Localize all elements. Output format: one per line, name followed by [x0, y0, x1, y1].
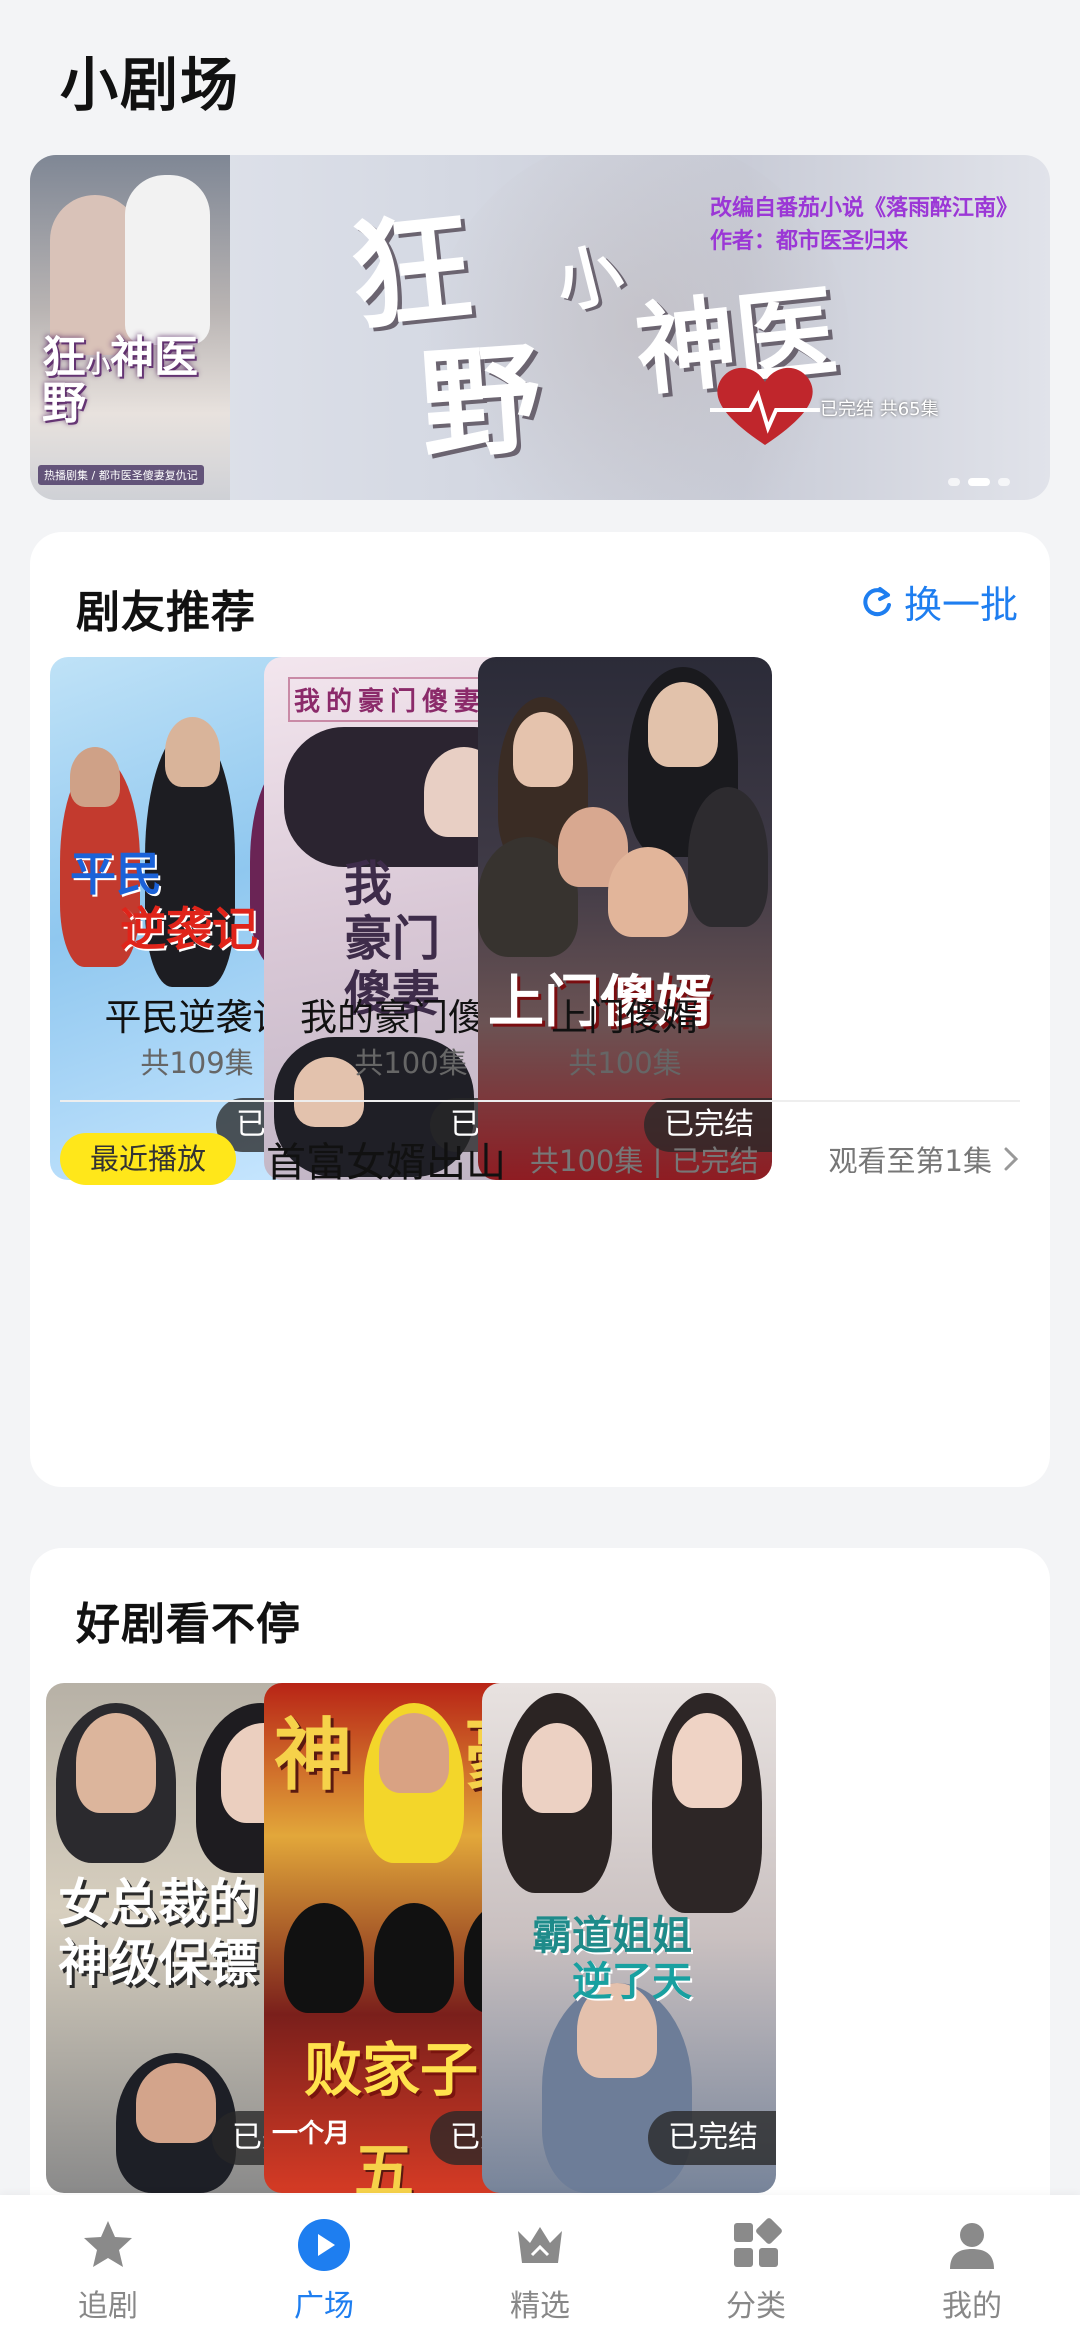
nav-item-plaza[interactable]: 广场: [216, 2217, 432, 2325]
hero-banner[interactable]: 狂小神医野 热播剧集 / 都市医圣傻妻复仇记 狂 野 小 神医 改编自番茄小说《…: [30, 155, 1050, 500]
chevron-right-icon: [1004, 1147, 1019, 1171]
recent-progress-label: 观看至第1集: [828, 1144, 992, 1178]
bottom-navigation: 追剧 广场 精选 分类 我的: [0, 2195, 1080, 2340]
page-title: 小剧场: [60, 51, 241, 119]
status-badge: 已完结: [648, 2111, 776, 2165]
user-icon: [950, 2223, 994, 2269]
nav-label: 精选: [510, 2289, 570, 2324]
recent-play-meta: 共100集 | 已完结: [530, 1144, 759, 1178]
banner-credit-source: 改编自番茄小说《落雨醉江南》: [710, 196, 1019, 221]
nav-label: 广场: [294, 2289, 354, 2324]
pagination-dot: [998, 478, 1010, 486]
banner-status: 已完结 共65集: [820, 399, 939, 420]
recent-play-row[interactable]: 最近播放 首富女婿出山 共100集 | 已完结 观看至第1集: [60, 1124, 1020, 1194]
section-title: 好剧看不停: [76, 1599, 301, 1650]
show-episodes: 共100集: [568, 1046, 682, 1080]
refresh-label: 换一批: [903, 583, 1018, 627]
show-cover[interactable]: 霸道姐姐 逆了天 已完结: [482, 1683, 776, 2193]
banner-poster-subtitle: 热播剧集 / 都市医圣傻妻复仇记: [38, 465, 204, 485]
banner-title-char: 野: [415, 327, 546, 477]
nav-item-category[interactable]: 分类: [648, 2217, 864, 2325]
star-icon: [84, 2221, 132, 2267]
recommend-section: 剧友推荐 换一批 平民逆袭记 已完结 平民逆袭记 共109集 我的豪门傻妻 我豪…: [30, 532, 1050, 1487]
recent-play-title: 首富女婿出山: [266, 1140, 507, 1186]
refresh-button[interactable]: 换一批: [860, 574, 1018, 629]
recent-play-tag: 最近播放: [60, 1133, 237, 1185]
pagination-dot-active: [968, 478, 990, 486]
grid-icon: [734, 2218, 782, 2267]
nav-label: 分类: [726, 2289, 786, 2324]
refresh-icon: [863, 586, 891, 616]
nav-item-profile[interactable]: 我的: [864, 2217, 1080, 2325]
heart-icon: [710, 367, 820, 445]
nav-item-featured[interactable]: 精选: [432, 2217, 648, 2325]
recent-play-progress[interactable]: 观看至第1集: [829, 1138, 1020, 1180]
banner-pagination: [948, 478, 1010, 486]
banner-poster-title: 狂小神医野: [42, 332, 198, 430]
nav-label: 追剧: [78, 2289, 138, 2324]
good-series-section: 好剧看不停 女总裁的神级保镖 已完结 神 豪 败家子 一个月 五 已完结 霸道姐…: [30, 1548, 1050, 2308]
nav-label: 我的: [942, 2289, 1002, 2324]
play-icon: [298, 2219, 350, 2271]
section-title: 剧友推荐: [76, 587, 256, 638]
divider: [60, 1100, 1020, 1102]
banner-poster: 狂小神医野 热播剧集 / 都市医圣傻妻复仇记: [30, 155, 230, 500]
show-name[interactable]: 上门傻婿: [478, 987, 772, 1041]
banner-credit-author: 作者：都市医圣归来: [710, 229, 909, 254]
pagination-dot: [948, 478, 960, 486]
crown-icon: [518, 2227, 562, 2263]
nav-item-follow[interactable]: 追剧: [0, 2217, 216, 2325]
